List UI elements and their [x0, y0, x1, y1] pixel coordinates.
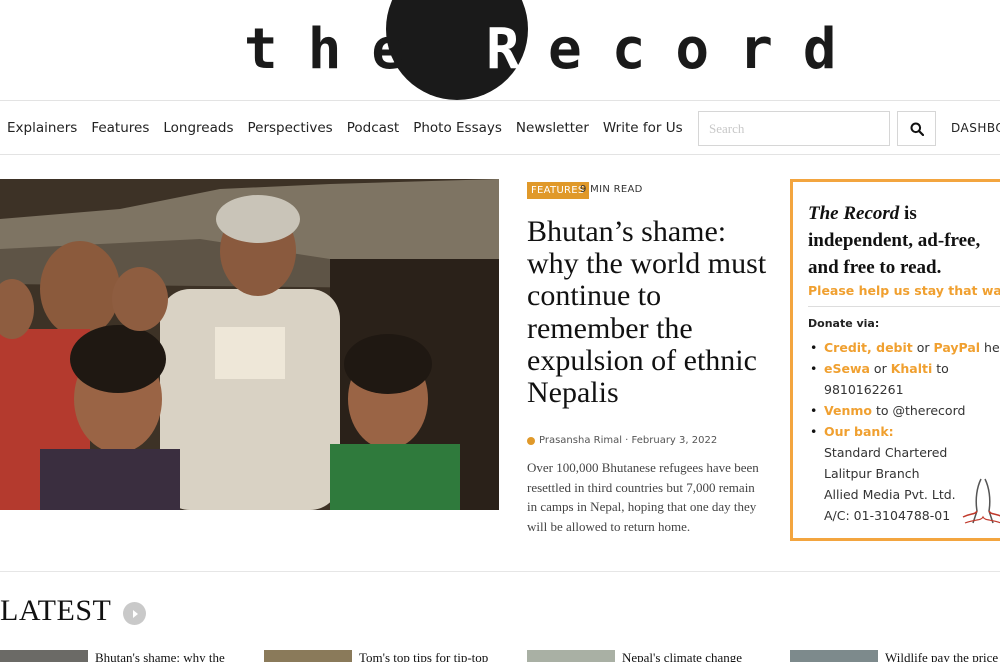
- donate-brand: The Record: [808, 203, 900, 224]
- latest-heading: LATEST: [0, 594, 112, 627]
- hero-photo: [0, 179, 499, 510]
- latest-more-button[interactable]: [123, 602, 146, 625]
- khalti-link[interactable]: Khalti: [891, 361, 933, 376]
- logo-text-r: R: [486, 17, 520, 82]
- masthead: the R ecord: [0, 0, 1000, 100]
- nav-link-photo-essays[interactable]: Photo Essays: [413, 120, 502, 136]
- donate-title-line3: and free to read.: [808, 257, 942, 278]
- latest-thumbnail-3[interactable]: [527, 650, 615, 662]
- donate-method-venmo: Venmo to @therecord: [808, 400, 1000, 421]
- read-time: 9 MIN READ: [580, 184, 643, 195]
- author-dot-icon: [527, 436, 535, 445]
- logo-text-ecord: ecord: [548, 17, 867, 82]
- search-button[interactable]: [897, 111, 936, 146]
- latest-card-3[interactable]: Nepal's climate change: [622, 647, 782, 662]
- nav-link-write-for-us[interactable]: Write for Us: [603, 120, 683, 136]
- nav-link-newsletter[interactable]: Newsletter: [516, 120, 589, 136]
- latest-card-2[interactable]: Tom's top tips for tip-top: [359, 647, 519, 662]
- nav-link-explainers[interactable]: Explainers: [7, 120, 77, 136]
- donate-box: The Record is independent, ad-free, and …: [790, 179, 1000, 541]
- byline: Prasansha Rimal · February 3, 2022: [527, 435, 717, 446]
- credit-debit-link[interactable]: Credit, debit: [824, 340, 913, 355]
- latest-thumbnail-4[interactable]: [790, 650, 878, 662]
- latest-card-4[interactable]: Wildlife pay the price: [885, 647, 1000, 662]
- latest-title-3[interactable]: Nepal's climate change: [622, 650, 742, 662]
- donate-or-text-2: or: [869, 361, 891, 376]
- donate-method-bank: Our bank:: [808, 421, 1000, 442]
- byline-text[interactable]: Prasansha Rimal · February 3, 2022: [539, 435, 717, 446]
- bank-label: Our bank:: [824, 424, 894, 439]
- nav-links: Explainers Features Longreads Perspectiv…: [7, 101, 697, 154]
- bank-name: Standard Chartered: [824, 445, 948, 460]
- latest-title-4[interactable]: Wildlife pay the price: [885, 650, 998, 662]
- main-navigation: Explainers Features Longreads Perspectiv…: [0, 100, 1000, 155]
- venmo-link[interactable]: Venmo: [824, 403, 872, 418]
- hero-excerpt: Over 100,000 Bhutanese refugees have bee…: [527, 460, 759, 534]
- latest-title-1[interactable]: Bhutan's shame: why the: [95, 650, 225, 662]
- latest-thumbnail-1[interactable]: [0, 650, 88, 662]
- latest-card-1[interactable]: Bhutan's shame: why the: [95, 647, 255, 662]
- paypal-link[interactable]: PayPal: [934, 340, 981, 355]
- section-divider: [0, 571, 1000, 572]
- donate-help-text: Please help us stay that way: [808, 283, 1000, 298]
- search-input[interactable]: [698, 111, 890, 146]
- search-icon: [910, 122, 924, 136]
- donate-title-line2: independent, ad-free,: [808, 230, 981, 251]
- nav-link-features[interactable]: Features: [91, 120, 149, 136]
- donate-or-text: or: [912, 340, 934, 355]
- latest-title-2[interactable]: Tom's top tips for tip-top: [359, 650, 488, 662]
- hero-headline[interactable]: Bhutan’s shame: why the world must conti…: [527, 215, 777, 409]
- chevron-right-icon: [132, 609, 138, 618]
- donate-method-wallet: eSewa or Khalti to: [808, 358, 1000, 379]
- logo-text-the: the: [244, 17, 436, 82]
- esewa-link[interactable]: eSewa: [824, 361, 870, 376]
- donate-here-text: here: [984, 340, 1000, 355]
- nav-link-perspectives[interactable]: Perspectives: [247, 120, 332, 136]
- donate-method-card: Credit, debit or PayPal here: [808, 337, 1000, 358]
- latest-thumbnail-2[interactable]: [264, 650, 352, 662]
- donate-title-is: is: [899, 203, 917, 224]
- dashboard-link[interactable]: DASHBOARD: [951, 121, 1000, 135]
- donate-title: The Record is independent, ad-free, and …: [808, 200, 980, 281]
- venmo-handle: to @therecord: [871, 403, 966, 418]
- donate-divider: [808, 306, 1000, 307]
- nav-link-longreads[interactable]: Longreads: [163, 120, 233, 136]
- donate-via-label: Donate via:: [808, 317, 880, 330]
- namaste-hands-icon: [962, 478, 1000, 524]
- nav-link-podcast[interactable]: Podcast: [347, 120, 400, 136]
- donate-to-text: to: [932, 361, 949, 376]
- hero-image[interactable]: [0, 179, 499, 510]
- donate-phone: 9810162261: [824, 382, 904, 397]
